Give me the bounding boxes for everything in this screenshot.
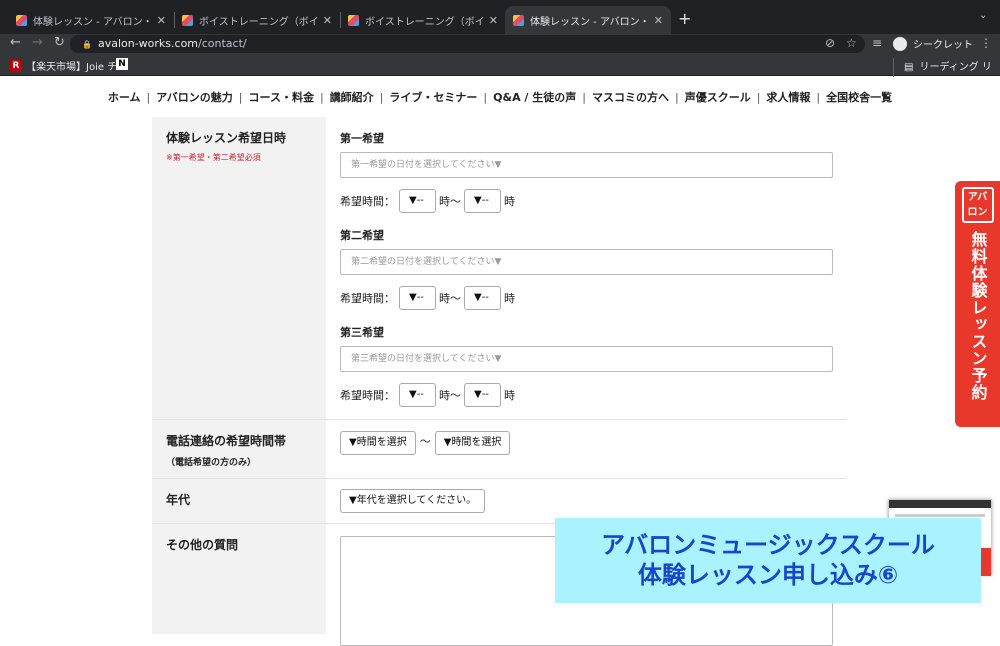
tab-4-active[interactable]: 体験レッスン - アバロン・ミュージ ✕ (505, 6, 671, 34)
close-icon[interactable]: ✕ (157, 14, 166, 27)
avalon-logo: アバロン (961, 187, 994, 223)
bookmark-label: 【楽天市場】Joie チ... (26, 62, 127, 73)
lesson-date-values: 第一希望 第一希望の日付を選択してください▼ 希望時間： ▼-- 時〜 ▼-- … (326, 117, 847, 419)
close-icon[interactable]: ✕ (489, 14, 498, 27)
nav-live[interactable]: ライブ・セミナー (383, 89, 483, 105)
tab-title: 体験レッスン - アバロン・ミュージ (530, 16, 650, 28)
nav-jobs[interactable]: 求人情報 (760, 89, 816, 105)
nav-press[interactable]: マスコミの方へ (586, 89, 675, 105)
choice-1-start-hour-select[interactable]: ▼-- (399, 189, 436, 213)
choice-3-title: 第三希望 (340, 326, 384, 339)
site-favicon-icon (182, 14, 193, 26)
choice-2-title: 第二希望 (340, 229, 384, 242)
tab-title: 体験レッスン - アバロン・ミュージ (33, 16, 153, 28)
rakuten-icon: R (10, 59, 22, 72)
tilde-label: 〜 (419, 435, 431, 448)
choice-1-end-hour-select[interactable]: ▼-- (464, 189, 501, 213)
tab-3[interactable]: ボイストレーニング（ボイトレ）の ✕ (340, 6, 506, 34)
caption-overlay: アバロンミュージックスクール 体験レッスン申し込み⑥ (555, 518, 981, 603)
tilde-label: 時〜 (439, 389, 461, 402)
nav-campuses[interactable]: 全国校舎一覧 (820, 89, 898, 105)
caption-line-1: アバロンミュージックスクール (601, 531, 935, 559)
required-note: ※第一希望・第二希望必須 (166, 153, 261, 162)
choice-1-time-row: 希望時間： ▼-- 時〜 ▼-- 時 (340, 189, 833, 213)
choice-1-title: 第一希望 (340, 132, 384, 145)
url-field[interactable]: 🔒 avalon-works.com/contact/ (70, 35, 865, 53)
phone-time-from-select[interactable]: ▼時間を選択 (340, 431, 416, 455)
choice-3-time-row: 希望時間： ▼-- 時〜 ▼-- 時 (340, 383, 833, 407)
nav-qa[interactable]: Q&A / 生徒の声 (487, 89, 582, 105)
menu-icon[interactable]: ⋮ (980, 36, 992, 50)
free-trial-banner-text: 無料体験レッスン予約 (968, 231, 988, 401)
site-navigation: ホーム | アバロンの魅力 | コース・料金 | 講師紹介 | ライブ・セミナー | Q&… (0, 77, 1000, 117)
hour-label: 時 (504, 389, 515, 402)
lesson-date-label-cell: 体験レッスン希望日時 ※第一希望・第二希望必須 (152, 117, 326, 419)
close-icon[interactable]: ✕ (654, 14, 663, 27)
bookmarks-bar: R 【楽天市場】Joie チ... N ▤リーディング リスト (0, 54, 1000, 88)
site-favicon-icon (16, 14, 27, 26)
lesson-date-label: 体験レッスン希望日時 (166, 131, 287, 145)
nav-appeal[interactable]: アバロンの魅力 (150, 89, 239, 105)
profile-label: シークレット (913, 40, 973, 51)
phone-time-to-select[interactable]: ▼時間を選択 (434, 431, 511, 455)
tilde-label: 時〜 (439, 292, 461, 305)
choice-3-start-hour-select[interactable]: ▼-- (399, 383, 436, 407)
caption-line-2: 体験レッスン申し込み⑥ (637, 561, 899, 589)
hour-label: 時 (504, 195, 515, 208)
new-tab-icon[interactable]: + (678, 9, 691, 28)
time-label: 希望時間： (340, 195, 395, 208)
choice-1-date-input[interactable]: 第一希望の日付を選択してください▼ (340, 152, 833, 178)
back-icon[interactable]: ← (10, 35, 21, 50)
tab-title: ボイストレーニング（ボイトレ）の (199, 16, 319, 28)
close-icon[interactable]: ✕ (323, 14, 332, 27)
star-icon[interactable]: ☆ (846, 36, 857, 50)
notion-icon: N (116, 58, 128, 70)
phone-time-sub: （電話希望の方のみ） (166, 458, 257, 468)
lesson-date-row: 体験レッスン希望日時 ※第一希望・第二希望必須 第一希望 第一希望の日付を選択し… (152, 117, 847, 420)
bookmark-notion[interactable]: N (116, 58, 128, 70)
choice-3-date-input[interactable]: 第三希望の日付を選択してください▼ (340, 346, 833, 372)
reading-list-icon: ▤ (904, 62, 914, 73)
time-label: 希望時間： (340, 389, 395, 402)
other-question-label: その他の質問 (152, 524, 326, 634)
phone-time-label-cell: 電話連絡の希望時間帯 （電話希望の方のみ） (152, 420, 326, 478)
age-select[interactable]: ▼年代を選択してください。 (340, 489, 486, 513)
lock-icon: 🔒 (82, 40, 92, 49)
nav-teachers[interactable]: 講師紹介 (324, 89, 380, 105)
choice-3-end-hour-select[interactable]: ▼-- (464, 383, 501, 407)
site-favicon-icon (348, 14, 359, 26)
eye-off-icon[interactable]: ⊘ (825, 36, 835, 50)
age-label: 年代 (152, 479, 326, 523)
time-label: 希望時間： (340, 292, 395, 305)
url-path: /contact/ (198, 37, 247, 50)
nav-courses[interactable]: コース・料金 (243, 89, 320, 105)
choice-2-end-hour-select[interactable]: ▼-- (464, 286, 501, 310)
phone-time-values: ▼時間を選択 〜 ▼時間を選択 (326, 420, 847, 478)
url-host: avalon-works.com (97, 37, 199, 50)
free-trial-banner[interactable]: アバロン 無料体験レッスン予約 (955, 181, 1000, 427)
nav-voice-school[interactable]: 声優スクール (679, 89, 757, 105)
tab-1[interactable]: 体験レッスン - アバロン・ミュージ ✕ (8, 6, 174, 34)
tab-strip: 体験レッスン - アバロン・ミュージ ✕ ボイストレーニング（ボイトレ）の ✕ … (0, 0, 1000, 34)
chevron-down-icon[interactable]: ⌄ (979, 10, 987, 21)
hour-label: 時 (504, 292, 515, 305)
phone-time-row: 電話連絡の希望時間帯 （電話希望の方のみ） ▼時間を選択 〜 ▼時間を選択 (152, 420, 847, 479)
tab-title: ボイストレーニング（ボイトレ）の (365, 16, 485, 28)
choice-2-start-hour-select[interactable]: ▼-- (399, 286, 436, 310)
tab-2[interactable]: ボイストレーニング（ボイトレ）の ✕ (174, 6, 340, 34)
media-icon[interactable]: ≡ (872, 36, 882, 50)
tilde-label: 時〜 (439, 195, 461, 208)
reload-icon[interactable]: ↻ (54, 35, 65, 50)
site-favicon-icon (513, 14, 524, 26)
age-values: ▼年代を選択してください。 (326, 479, 847, 523)
address-bar-row: ← → ↻ 🔒 avalon-works.com/contact/ ⊘ ☆ ≡ シ… (0, 34, 1000, 54)
bookmark-rakuten[interactable]: R 【楽天市場】Joie チ... (10, 58, 127, 73)
incognito-icon (893, 36, 907, 51)
choice-2-date-input[interactable]: 第二希望の日付を選択してください▼ (340, 249, 833, 275)
incognito-profile[interactable]: シークレット (893, 36, 973, 51)
choice-2-time-row: 希望時間： ▼-- 時〜 ▼-- 時 (340, 286, 833, 310)
forward-icon[interactable]: → (32, 35, 43, 50)
phone-time-label: 電話連絡の希望時間帯 (166, 434, 287, 448)
nav-home[interactable]: ホーム (102, 89, 147, 105)
